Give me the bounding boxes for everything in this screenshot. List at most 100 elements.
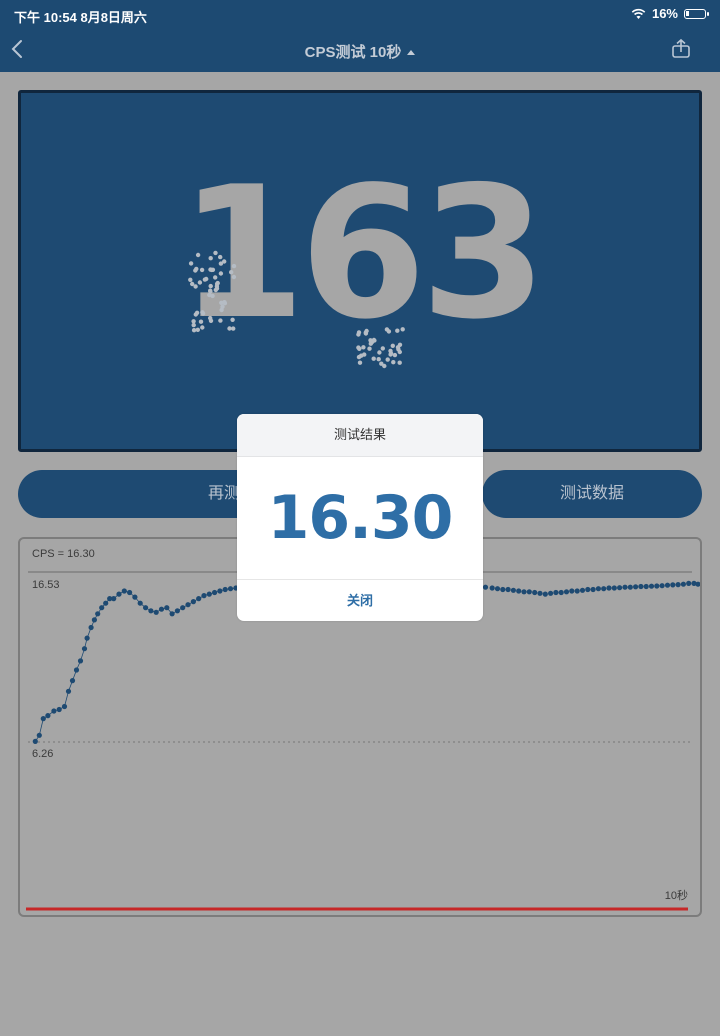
data-point <box>606 585 612 591</box>
close-button[interactable]: 关闭 <box>237 579 483 621</box>
click-mark <box>194 266 199 272</box>
click-mark <box>391 360 396 365</box>
data-point <box>174 608 180 614</box>
click-mark <box>209 267 214 273</box>
click-marks <box>188 250 405 369</box>
data-point <box>77 658 84 664</box>
data-point <box>526 589 532 595</box>
page-title[interactable]: CPS测试 10秒 <box>0 41 720 62</box>
click-mark <box>213 250 218 256</box>
click-mark <box>230 317 235 322</box>
data-point <box>65 688 72 694</box>
click-mark <box>390 343 395 348</box>
click-mark <box>380 346 385 351</box>
data-point <box>638 583 644 590</box>
data-point <box>670 582 676 588</box>
data-point <box>153 609 159 615</box>
data-point <box>521 589 527 595</box>
data-point <box>206 591 212 597</box>
click-mark <box>222 300 227 305</box>
data-point <box>516 588 522 594</box>
data-point <box>61 703 68 710</box>
click-mark <box>231 263 237 269</box>
click-mark <box>400 327 405 332</box>
data-point <box>88 624 94 631</box>
data-point <box>56 706 62 713</box>
click-mark <box>198 319 204 324</box>
click-mark <box>359 353 364 358</box>
click-mark <box>356 330 362 335</box>
share-icon[interactable] <box>670 38 692 60</box>
click-mark <box>395 328 400 333</box>
click-mark <box>384 327 390 332</box>
click-mark <box>397 360 402 365</box>
click-mark <box>220 304 225 309</box>
click-mark <box>227 326 232 331</box>
x-end-label: 10秒 <box>664 890 688 902</box>
data-point <box>143 605 149 611</box>
data-point <box>510 587 516 593</box>
click-mark <box>188 277 193 282</box>
data-point <box>164 605 170 611</box>
data-point <box>40 716 46 722</box>
data-point <box>595 586 602 592</box>
data-point <box>643 583 649 590</box>
click-mark <box>218 254 223 260</box>
click-mark <box>199 267 205 273</box>
data-point <box>532 589 538 596</box>
click-mark <box>191 319 196 324</box>
data-point <box>99 605 105 611</box>
click-mark <box>200 325 205 330</box>
data-point <box>675 582 681 588</box>
click-mark <box>200 310 205 315</box>
click-mark <box>208 288 213 293</box>
wifi-icon <box>631 8 646 19</box>
click-mark <box>202 277 208 282</box>
data-point <box>633 584 639 590</box>
data-point <box>111 596 117 602</box>
battery-percent: 16% <box>651 6 678 21</box>
click-mark <box>191 328 197 333</box>
data-point <box>51 708 57 714</box>
data-point <box>489 585 495 591</box>
click-mark <box>214 286 220 291</box>
min-label: 6.26 <box>32 748 54 760</box>
click-mark <box>392 352 398 358</box>
data-point <box>585 586 591 593</box>
click-mark <box>357 346 362 351</box>
data-point <box>137 600 143 606</box>
data-point <box>611 585 617 591</box>
data-point <box>32 738 38 744</box>
data-point <box>36 732 42 738</box>
data-point <box>505 586 511 593</box>
retest-label: 再测 <box>208 485 241 502</box>
battery-icon <box>684 8 709 19</box>
data-point <box>500 586 506 593</box>
click-mark <box>213 275 218 280</box>
data-point <box>537 590 543 596</box>
data-point <box>680 581 687 587</box>
nav-bar: CPS测试 10秒 <box>0 28 720 72</box>
data-point <box>73 667 80 673</box>
test-data-label: 测试数据 <box>559 485 624 502</box>
data-point <box>494 586 501 592</box>
click-mark <box>208 318 214 323</box>
status-time: 下午 10:54 8月8日周六 <box>14 10 147 25</box>
data-point <box>553 589 559 596</box>
data-point <box>574 588 580 594</box>
click-mark <box>222 259 227 264</box>
click-area[interactable]: 163 <box>18 90 702 452</box>
data-point <box>196 596 202 602</box>
data-point <box>648 583 655 589</box>
click-mark <box>367 346 372 351</box>
click-mark <box>379 361 384 366</box>
click-mark <box>208 283 213 289</box>
data-point <box>212 589 218 596</box>
click-mark <box>195 252 201 258</box>
data-point <box>95 611 101 617</box>
data-point <box>201 593 207 599</box>
click-mark <box>385 357 390 362</box>
max-label: 16.53 <box>32 579 60 591</box>
test-data-button[interactable]: 测试数据 <box>482 470 702 518</box>
click-mark <box>197 280 203 285</box>
